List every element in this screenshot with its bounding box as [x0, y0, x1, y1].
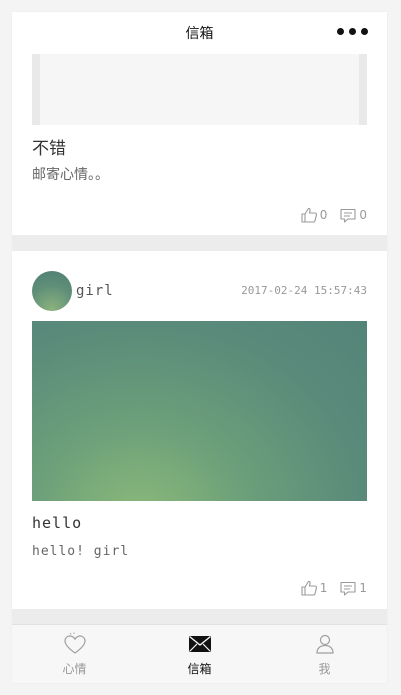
heart-icon	[63, 632, 86, 654]
post-image[interactable]	[32, 54, 367, 125]
comment-count: 0	[359, 208, 367, 222]
tab-label: 心情	[62, 662, 87, 676]
post-card[interactable]: girl 2017-02-24 15:57:43 hello hello! gi…	[12, 251, 387, 609]
comment-button[interactable]: 1	[339, 579, 367, 597]
comment-icon	[340, 581, 356, 596]
post-timestamp: 2017-02-24 15:57:43	[241, 284, 367, 297]
user-icon	[315, 634, 334, 654]
post-image[interactable]	[32, 321, 367, 501]
tab-mood[interactable]: 心情	[12, 625, 137, 683]
post-card[interactable]: 不错 邮寄心情。。 0 0	[12, 54, 387, 235]
phone-screen: 信箱 不错 邮寄心情。。 0 0 girl 2017-02-24 15:57:4…	[12, 12, 387, 683]
post-actions: 1 1	[300, 579, 367, 597]
tab-me[interactable]: 我	[262, 625, 387, 683]
post-text: hello! girl	[32, 544, 130, 559]
tab-label: 信箱	[187, 662, 212, 676]
username[interactable]: girl	[76, 283, 114, 299]
comment-count: 1	[359, 581, 367, 595]
post-text: 邮寄心情。。	[32, 167, 109, 183]
letter-feed[interactable]: 不错 邮寄心情。。 0 0 girl 2017-02-24 15:57:43 h…	[12, 54, 387, 625]
page-title: 信箱	[185, 26, 214, 42]
post-title: hello	[32, 514, 83, 532]
thumbs-up-icon	[301, 580, 317, 596]
comment-icon	[340, 208, 356, 223]
envelope-icon	[188, 635, 211, 652]
post-actions: 0 0	[300, 206, 367, 224]
like-button[interactable]: 1	[300, 579, 328, 597]
dot-icon	[361, 28, 368, 35]
dot-icon	[349, 28, 356, 35]
more-options-button[interactable]	[337, 28, 368, 35]
like-button[interactable]: 0	[300, 206, 328, 224]
post-title: 不错	[32, 139, 66, 159]
thumbs-up-icon	[301, 207, 317, 223]
like-count: 0	[319, 208, 328, 222]
tab-mailbox[interactable]: 信箱	[137, 625, 262, 683]
tab-bar: 心情 信箱 我	[12, 624, 387, 683]
navigation-bar: 信箱	[12, 12, 387, 54]
tab-label: 我	[318, 662, 331, 676]
comment-button[interactable]: 0	[339, 206, 367, 224]
dot-icon	[337, 28, 344, 35]
post-image-content	[40, 54, 359, 125]
like-count: 1	[319, 581, 328, 595]
avatar[interactable]	[32, 271, 72, 311]
